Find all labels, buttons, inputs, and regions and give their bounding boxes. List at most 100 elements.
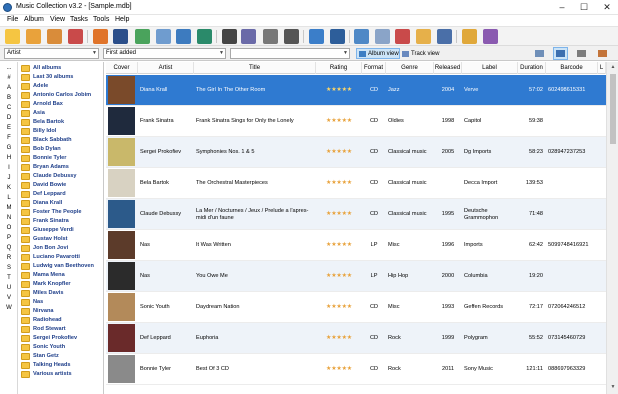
column-header-label[interactable]: Label	[462, 62, 518, 74]
search-input[interactable]: ▼	[230, 48, 350, 59]
tree-item[interactable]: Frank Sinatra	[21, 217, 103, 226]
menu-view[interactable]: View	[50, 16, 65, 23]
loan-icon[interactable]	[416, 29, 431, 44]
alpha-item[interactable]: K	[0, 185, 18, 191]
menu-help[interactable]: Help	[115, 16, 129, 23]
alpha-item[interactable]: S	[0, 265, 18, 271]
tree-item[interactable]: Mark Knopfler	[21, 280, 103, 289]
track-view-button[interactable]: Track view	[399, 48, 440, 59]
tree-item[interactable]: Talking Heads	[21, 361, 103, 370]
table-row[interactable]: Nas You Owe Me ★★★★★ LP Hip Hop 2000 Col…	[106, 261, 606, 292]
tools-icon[interactable]	[437, 29, 452, 44]
menu-tasks[interactable]: Tasks	[70, 16, 88, 23]
tree-item[interactable]: Claude Debussy	[21, 172, 103, 181]
alpha-item[interactable]: R	[0, 255, 18, 261]
table-row[interactable]: Sergei Prokofiev Symphonies Nos. 1 & 5 ★…	[106, 137, 606, 168]
find-icon[interactable]	[176, 29, 191, 44]
tree-item[interactable]: Antonio Carlos Jobim	[21, 91, 103, 100]
tree-item[interactable]: Sergei Prokofiev	[21, 334, 103, 343]
column-header-duration[interactable]: Duration	[518, 62, 546, 74]
table-row[interactable]: Bela Bartok The Orchestral Masterpieces …	[106, 168, 606, 199]
tree-item[interactable]: Nirvana	[21, 307, 103, 316]
alpha-item[interactable]: M	[0, 205, 18, 211]
tree-item-last-30[interactable]: Last 30 albums	[21, 73, 103, 82]
eject-icon[interactable]	[93, 29, 108, 44]
alpha-item[interactable]: D	[0, 115, 18, 121]
table-row[interactable]: Sonic Youth Daydream Nation ★★★★★ CD Mis…	[106, 292, 606, 323]
minimize-button[interactable]: –	[551, 0, 573, 15]
alpha-item[interactable]: W	[0, 305, 18, 311]
add-album-icon[interactable]	[26, 29, 41, 44]
alpha-item[interactable]: Q	[0, 245, 18, 251]
alpha-item[interactable]: F	[0, 135, 18, 141]
tree-item[interactable]: Sonic Youth	[21, 343, 103, 352]
maximize-button[interactable]: ☐	[573, 0, 595, 15]
alpha-item[interactable]: C	[0, 105, 18, 111]
alpha-item[interactable]: T	[0, 275, 18, 281]
tree-item[interactable]: Bonnie Tyler	[21, 154, 103, 163]
alpha-item[interactable]: E	[0, 125, 18, 131]
play-icon[interactable]	[222, 29, 237, 44]
search-web-icon[interactable]	[156, 29, 171, 44]
album-view-button[interactable]: Album view	[356, 48, 400, 59]
alpha-item[interactable]: #	[0, 75, 18, 81]
checklist-icon[interactable]	[354, 29, 369, 44]
column-header-genre[interactable]: Genre	[386, 62, 434, 74]
alpha-item[interactable]: N	[0, 215, 18, 221]
tree-item[interactable]: Various artists	[21, 370, 103, 379]
table-row[interactable]: Bonnie Tyler Best Of 3 CD ★★★★★ CD Rock …	[106, 354, 606, 385]
help-icon[interactable]	[462, 29, 477, 44]
grid-layout-button[interactable]	[574, 47, 589, 60]
alpha-item[interactable]: I	[0, 165, 18, 171]
column-header-format[interactable]: Format	[362, 62, 386, 74]
tree-item[interactable]: Bela Bartok	[21, 118, 103, 127]
tree-item[interactable]: Nas	[21, 298, 103, 307]
menu-album[interactable]: Album	[24, 16, 44, 23]
html-icon[interactable]	[284, 29, 299, 44]
details-layout-button[interactable]	[532, 47, 547, 60]
download-icon[interactable]	[135, 29, 150, 44]
tree-item[interactable]: Bob Dylan	[21, 145, 103, 154]
sort-select[interactable]: First added ▼	[103, 48, 226, 59]
new-album-icon[interactable]	[5, 29, 20, 44]
tree-item[interactable]: Mama Mena	[21, 271, 103, 280]
tree-item[interactable]: Bryan Adams	[21, 163, 103, 172]
tree-item[interactable]: Def Leppard	[21, 190, 103, 199]
column-header-l[interactable]: L	[598, 62, 606, 74]
scroll-up-icon[interactable]: ▲	[607, 64, 618, 70]
close-button[interactable]: ✕	[596, 0, 618, 15]
column-header-cover[interactable]: Cover	[106, 62, 138, 74]
tree-item[interactable]: Giuseppe Verdi	[21, 226, 103, 235]
table-row[interactable]: Nas It Was Written ★★★★★ LP Misc 1996 Im…	[106, 230, 606, 261]
zoom-icon[interactable]	[309, 29, 324, 44]
alpha-item[interactable]: G	[0, 145, 18, 151]
tree-item[interactable]: Foster The People	[21, 208, 103, 217]
statistics-icon[interactable]	[395, 29, 410, 44]
tree-item[interactable]: Gustav Holst	[21, 235, 103, 244]
alpha-item[interactable]: J	[0, 175, 18, 181]
group-by-select[interactable]: Artist ▼	[4, 48, 99, 59]
table-row[interactable]: Claude Debussy La Mer / Nocturnes / Jeux…	[106, 199, 606, 230]
menu-file[interactable]: File	[7, 16, 18, 23]
tree-item[interactable]: Diana Krall	[21, 199, 103, 208]
tree-item[interactable]: Asia	[21, 109, 103, 118]
tree-item[interactable]: Adele	[21, 82, 103, 91]
tree-item[interactable]: Radiohead	[21, 316, 103, 325]
alpha-item[interactable]: P	[0, 235, 18, 241]
alpha-item[interactable]: ...	[0, 65, 18, 71]
tree-item[interactable]: Rod Stewart	[21, 325, 103, 334]
column-header-rating[interactable]: Rating	[316, 62, 362, 74]
delete-album-icon[interactable]	[68, 29, 83, 44]
alpha-item[interactable]: B	[0, 95, 18, 101]
tree-item[interactable]: Miles Davis	[21, 289, 103, 298]
column-header-artist[interactable]: Artist	[138, 62, 194, 74]
alpha-item[interactable]: U	[0, 285, 18, 291]
scroll-down-icon[interactable]: ▼	[607, 384, 618, 390]
tree-item[interactable]: Ludwig van Beethoven	[21, 262, 103, 271]
alpha-item[interactable]: H	[0, 155, 18, 161]
document-icon[interactable]	[375, 29, 390, 44]
tree-item[interactable]: Luciano Pavarotti	[21, 253, 103, 262]
table-row[interactable]: Diana Krall The Girl In The Other Room ★…	[106, 75, 606, 106]
list-layout-button[interactable]	[553, 47, 568, 60]
table-row[interactable]: Frank Sinatra Frank Sinatra Sings for On…	[106, 106, 606, 137]
